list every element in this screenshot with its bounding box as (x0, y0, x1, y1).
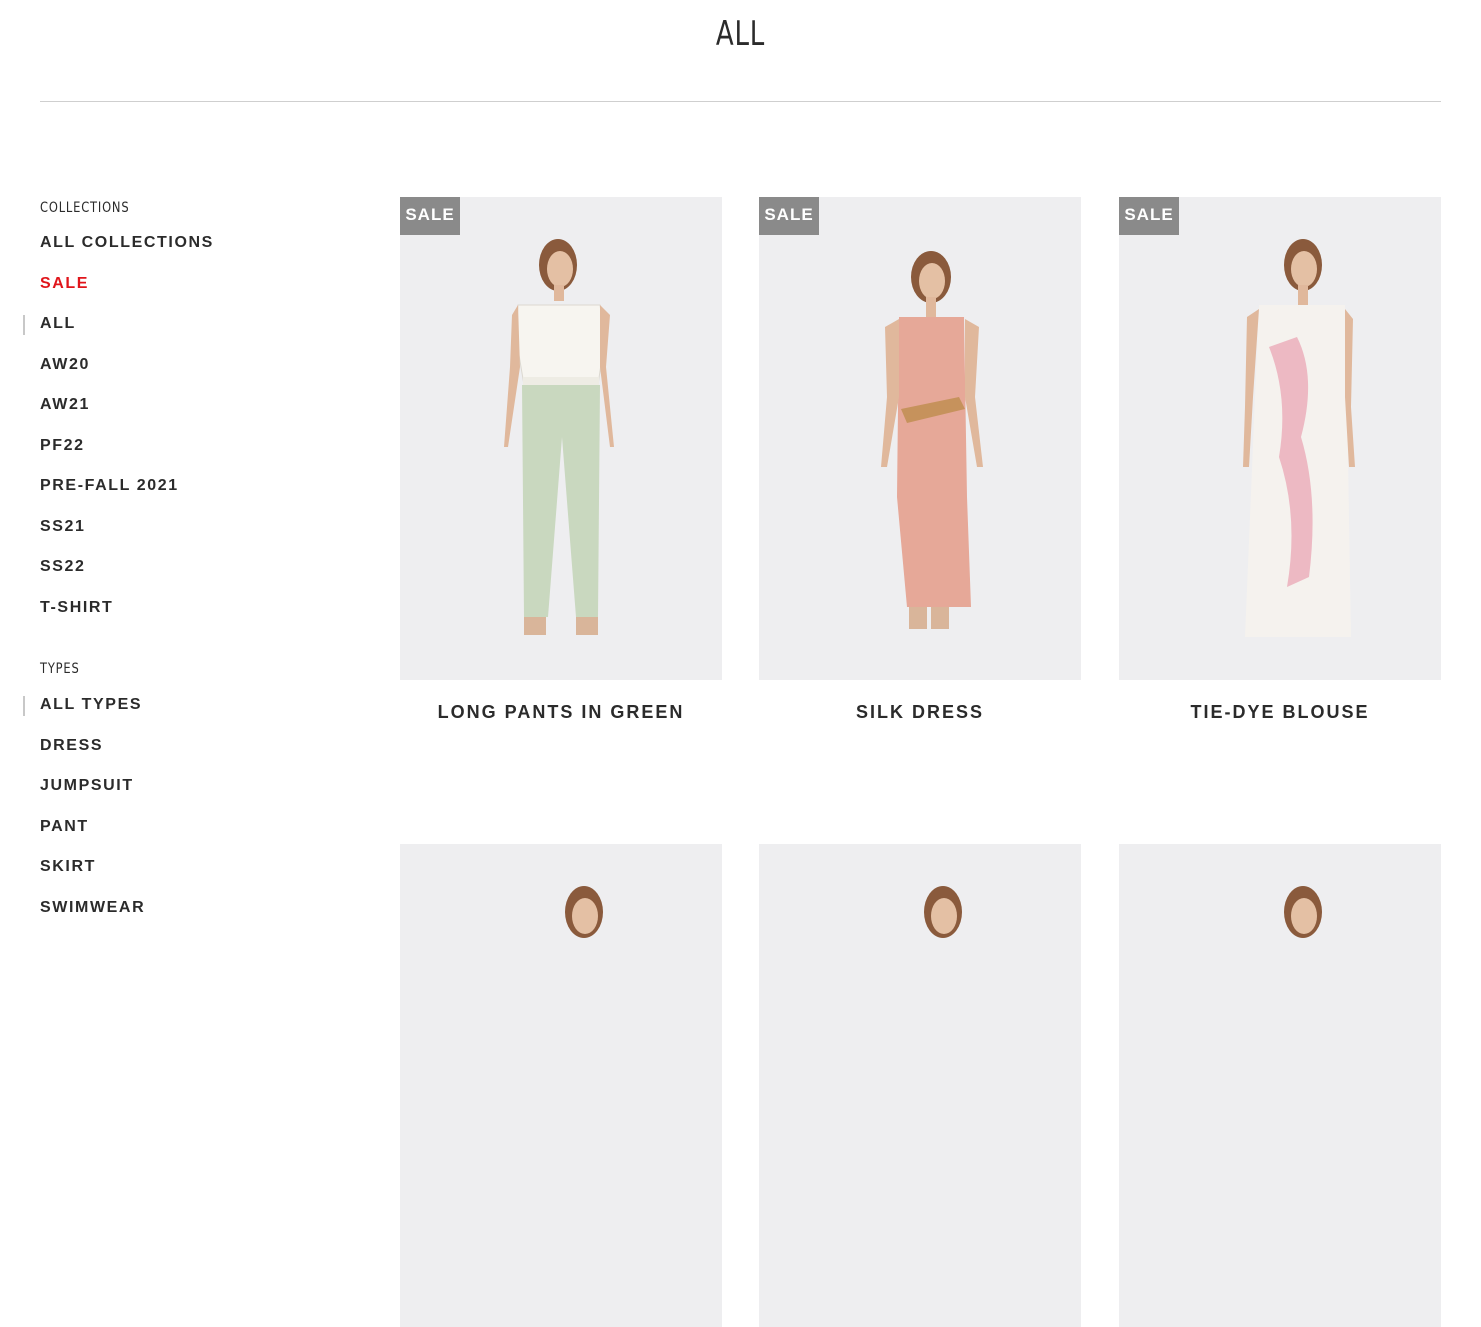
product-image[interactable] (759, 197, 1081, 680)
collection-link-ss22[interactable]: SS22 (40, 547, 340, 588)
collection-link-pf22[interactable]: PF22 (40, 426, 340, 467)
collection-link-pre-fall-2021[interactable]: PRE-FALL 2021 (40, 466, 340, 507)
model-photo-silk-dress (881, 251, 983, 629)
collection-link-aw21[interactable]: AW21 (40, 385, 340, 426)
product-image[interactable] (400, 197, 722, 680)
type-link-pant[interactable]: PANT (40, 807, 340, 848)
types-list: ALL TYPES DRESS JUMPSUIT PANT SKIRT SWIM… (23, 685, 340, 928)
filter-sidebar: COLLECTIONS ALL COLLECTIONS SALE ALL AW2… (23, 198, 340, 928)
type-link-skirt[interactable]: SKIRT (40, 847, 340, 888)
collection-link-all[interactable]: ALL (23, 304, 340, 345)
sale-badge: SALE (400, 197, 460, 235)
product-title[interactable]: LONG PANTS IN GREEN (400, 700, 722, 724)
header-divider (40, 101, 1441, 102)
product-card[interactable] (1119, 844, 1441, 1327)
product-card[interactable]: SALE SILK DRESS (759, 197, 1081, 724)
collections-heading: COLLECTIONS (40, 200, 130, 216)
product-image[interactable] (1119, 197, 1441, 680)
product-card[interactable] (759, 844, 1081, 1327)
collection-link-all-collections[interactable]: ALL COLLECTIONS (40, 223, 340, 264)
model-photo (924, 886, 962, 938)
collection-link-t-shirt[interactable]: T-SHIRT (40, 588, 340, 629)
collection-link-ss21[interactable]: SS21 (40, 507, 340, 548)
product-card[interactable]: SALE TIE-DYE BLOUSE (1119, 197, 1441, 724)
model-photo (1284, 886, 1322, 938)
product-image[interactable] (400, 844, 722, 1327)
sale-badge: SALE (1119, 197, 1179, 235)
types-heading: TYPES (40, 661, 80, 677)
collection-link-sale[interactable]: SALE (40, 264, 340, 305)
type-link-jumpsuit[interactable]: JUMPSUIT (40, 766, 340, 807)
model-photo-tie-dye-blouse (1243, 239, 1355, 637)
page-title: ALL (715, 14, 766, 54)
collection-link-aw20[interactable]: AW20 (40, 345, 340, 386)
product-card[interactable] (400, 844, 722, 1327)
sale-badge: SALE (759, 197, 819, 235)
type-link-dress[interactable]: DRESS (40, 726, 340, 767)
model-photo-green-pants (504, 239, 614, 635)
collections-list: ALL COLLECTIONS SALE ALL AW20 AW21 PF22 … (23, 223, 340, 629)
product-image[interactable] (759, 844, 1081, 1327)
product-card[interactable]: SALE LONG PANTS IN GREEN (400, 197, 722, 724)
product-image[interactable] (1119, 844, 1441, 1327)
product-title[interactable]: TIE-DYE BLOUSE (1119, 700, 1441, 724)
type-link-all-types[interactable]: ALL TYPES (23, 685, 340, 726)
product-title[interactable]: SILK DRESS (759, 700, 1081, 724)
model-photo (565, 886, 603, 938)
